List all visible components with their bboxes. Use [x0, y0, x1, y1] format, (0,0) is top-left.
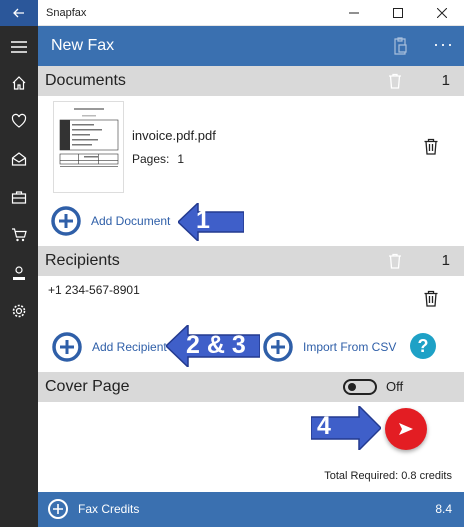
documents-header: Documents 1: [38, 66, 464, 96]
trash-icon[interactable]: [388, 73, 402, 89]
fax-credits-label: Fax Credits: [78, 502, 140, 516]
trash-icon[interactable]: [388, 253, 402, 269]
help-button[interactable]: ?: [410, 333, 436, 359]
callout-label-1: 1: [196, 206, 210, 234]
send-fax-button[interactable]: [385, 408, 427, 450]
app-header: New Fax ···: [38, 26, 464, 66]
fax-credits-bar[interactable]: Fax Credits 8.4: [38, 492, 464, 527]
plus-circle-icon: [263, 332, 293, 362]
close-button[interactable]: [420, 0, 464, 26]
recipients-count: 1: [441, 252, 450, 269]
callout-label-2: 2 & 3: [186, 331, 246, 359]
back-button[interactable]: [0, 0, 38, 26]
briefcase-icon: [11, 191, 27, 204]
add-credits-icon: [48, 499, 68, 519]
cart-icon: [12, 228, 27, 242]
plus-circle-icon: [51, 206, 81, 236]
trash-icon[interactable]: [424, 138, 438, 155]
callout-arrow-1: [178, 203, 244, 241]
document-thumbnail: [53, 101, 124, 193]
hamburger-icon: [11, 41, 27, 53]
import-csv-label: Import From CSV: [303, 340, 397, 354]
add-recipient-button[interactable]: Add Recipient: [52, 332, 167, 362]
sidebar: [0, 26, 38, 527]
document-pages: Pages: 1: [132, 152, 184, 166]
plus-circle-icon: [52, 332, 82, 362]
close-icon: [437, 8, 447, 18]
add-document-button[interactable]: Add Document: [51, 206, 170, 236]
documents-title: Documents: [45, 72, 126, 89]
cover-page-toggle[interactable]: [343, 379, 377, 395]
sidebar-item-home[interactable]: [0, 68, 38, 98]
cover-page-toggle-label: Off: [386, 379, 404, 394]
sidebar-item-cart[interactable]: [0, 220, 38, 250]
recipient-number: +1 234-567-8901: [48, 283, 140, 297]
add-document-label: Add Document: [91, 214, 171, 228]
add-recipient-label: Add Recipient: [92, 340, 167, 354]
more-options-button[interactable]: ···: [433, 26, 454, 62]
recipients-header: Recipients 1: [38, 246, 464, 276]
page-title: New Fax: [51, 37, 115, 54]
arrow-left-icon: [13, 8, 24, 18]
cover-page-title: Cover Page: [45, 378, 130, 395]
sidebar-item-favorites[interactable]: [0, 106, 38, 136]
sidebar-item-inbox[interactable]: [0, 144, 38, 174]
sidebar-item-store[interactable]: [0, 182, 38, 212]
maximize-icon: [393, 8, 403, 18]
documents-count: 1: [441, 72, 450, 89]
user-badge-icon: [13, 266, 25, 280]
home-icon: [12, 76, 26, 90]
document-preview-icon: [59, 108, 119, 167]
minimize-icon: [349, 12, 359, 14]
pages-value: 1: [177, 152, 185, 166]
recipients-title: Recipients: [45, 252, 120, 269]
fax-credits-value: 8.4: [435, 502, 452, 516]
document-name: invoice.pdf.pdf: [132, 128, 216, 143]
import-csv-button[interactable]: Import From CSV: [263, 332, 396, 362]
sidebar-item-settings[interactable]: [0, 296, 38, 326]
total-credits: Total Required: 0.8 credits: [324, 470, 452, 482]
toggle-knob: [348, 383, 356, 391]
paste-icon[interactable]: [390, 36, 410, 56]
pages-label: Pages:: [132, 152, 170, 166]
window-titlebar: Snapfax: [0, 0, 464, 26]
send-icon: [399, 423, 413, 435]
maximize-button[interactable]: [376, 0, 420, 26]
minimize-button[interactable]: [332, 0, 376, 26]
window-title: Snapfax: [46, 7, 87, 19]
sidebar-item-menu[interactable]: [0, 32, 38, 62]
heart-icon: [11, 113, 27, 128]
gear-icon: [12, 304, 26, 318]
trash-icon[interactable]: [424, 290, 438, 307]
sidebar-item-account[interactable]: [0, 258, 38, 288]
callout-label-4: 4: [317, 412, 331, 440]
mail-open-icon: [11, 152, 27, 166]
main-content: Documents 1 invoice.pdf.pdf Pages: 1 Add…: [38, 66, 464, 492]
